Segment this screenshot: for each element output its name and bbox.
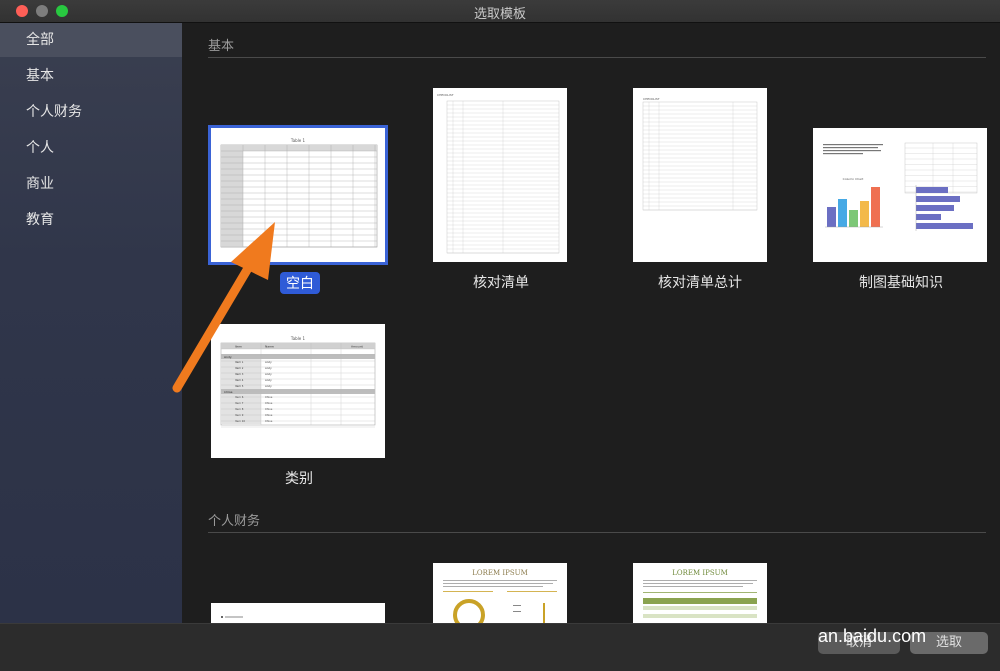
blank-table-title: Table 1 xyxy=(290,138,306,143)
category-row-label: Andy xyxy=(265,366,272,370)
category-row-label: Item 4 xyxy=(235,378,244,382)
category-row-label: Chloe xyxy=(265,419,273,423)
category-row-label: Item 1 xyxy=(235,360,244,364)
category-row-label: Chloe xyxy=(265,413,273,417)
template-thumbnail[interactable]: Column Chart Bar Chart xyxy=(813,128,987,262)
sidebar-item-all[interactable]: 全部 xyxy=(0,23,182,57)
watermark-text: an.baidu.com xyxy=(818,626,927,646)
template-thumbnail[interactable] xyxy=(211,603,385,623)
category-row-label: Chloe xyxy=(265,401,273,405)
title-bar: 选取模板 xyxy=(0,0,1000,23)
template-thumbnail[interactable]: LOREM IPSUM xyxy=(633,563,767,623)
category-row-label: Chloe xyxy=(265,395,273,399)
finance-preview-3: LOREM IPSUM xyxy=(643,569,757,618)
template-label: 制图基础知识 xyxy=(859,275,943,291)
finance-preview-2: LOREM IPSUM xyxy=(443,569,557,631)
template-label: 核对清单 xyxy=(473,275,529,291)
category-col-item: Item xyxy=(235,345,242,349)
sidebar-item-education[interactable]: 教育 xyxy=(0,203,182,237)
category-row-label: Item 7 xyxy=(235,401,244,405)
sidebar-item-personal-finance[interactable]: 个人财务 xyxy=(0,95,182,129)
sidebar-item-business[interactable]: 商业 xyxy=(0,167,182,201)
template-thumbnail[interactable]: Table 1 xyxy=(208,125,388,265)
section-title-personal-finance: 个人财务 xyxy=(208,514,261,529)
column-chart-title: Column Chart xyxy=(843,177,865,181)
category-row-label: Item 6 xyxy=(235,395,244,399)
blank-table-preview: Table 1 xyxy=(220,138,378,248)
template-thumbnail[interactable]: Table 1 Item Name Amount Andy Chloe Item… xyxy=(211,324,385,458)
checklist-total-preview: CHECKLIST xyxy=(642,97,758,211)
category-row-label: Andy xyxy=(265,372,272,376)
category-sidebar: 全部 基本 个人财务 个人 商业 教育 xyxy=(0,23,182,623)
template-chooser-window: 选取模板 全部 基本 个人财务 个人 商业 教育 基本 Table 1 空白 C… xyxy=(0,0,1000,671)
category-row-label: Item 10 xyxy=(235,419,245,423)
template-label: 类别 xyxy=(285,471,313,487)
section-divider xyxy=(208,532,986,533)
category-row-label: Item 5 xyxy=(235,384,244,388)
category-col-amount: Amount xyxy=(351,345,364,349)
template-thumbnail[interactable]: CHECKLIST xyxy=(633,88,767,262)
category-row-label: Item 9 xyxy=(235,413,244,417)
lorem-heading: LOREM IPSUM xyxy=(672,569,728,577)
section-title-basic: 基本 xyxy=(208,39,235,54)
category-row-label: Item 3 xyxy=(235,372,244,376)
category-group-b: Chloe xyxy=(224,390,233,394)
checklist-header-text: CHECKLIST xyxy=(437,93,454,97)
category-row-label: Andy xyxy=(265,378,272,382)
category-row-label: Item 8 xyxy=(235,407,244,411)
template-label[interactable]: 空白 xyxy=(280,272,320,294)
category-row-label: Andy xyxy=(265,360,272,364)
checklist-total-header-text: CHECKLIST xyxy=(643,97,660,101)
category-group-a: Andy xyxy=(224,355,232,359)
template-thumbnail[interactable]: CHECKLIST xyxy=(433,88,567,262)
category-table-preview: Table 1 Item Name Amount Andy Chloe Item… xyxy=(220,336,376,428)
sidebar-item-basic[interactable]: 基本 xyxy=(0,59,182,93)
checklist-preview: CHECKLIST xyxy=(437,93,560,254)
lorem-heading: LOREM IPSUM xyxy=(472,569,528,577)
category-table-title: Table 1 xyxy=(290,336,306,341)
template-thumbnail[interactable]: LOREM IPSUM xyxy=(433,563,567,631)
chart-basics-preview: Column Chart Bar Chart xyxy=(823,142,978,231)
category-row-label: Item 2 xyxy=(235,366,244,370)
template-label: 核对清单总计 xyxy=(658,275,742,291)
category-row-label: Chloe xyxy=(265,407,273,411)
category-col-name: Name xyxy=(265,345,274,349)
sidebar-item-personal[interactable]: 个人 xyxy=(0,131,182,165)
finance-preview-1 xyxy=(221,616,243,618)
template-gallery: 基本 Table 1 空白 CHECKLIST 核对清单 CHECKLIST 核… xyxy=(182,23,1000,631)
category-row-label: Andy xyxy=(265,384,272,388)
section-divider xyxy=(208,57,986,58)
window-title: 选取模板 xyxy=(473,7,526,22)
